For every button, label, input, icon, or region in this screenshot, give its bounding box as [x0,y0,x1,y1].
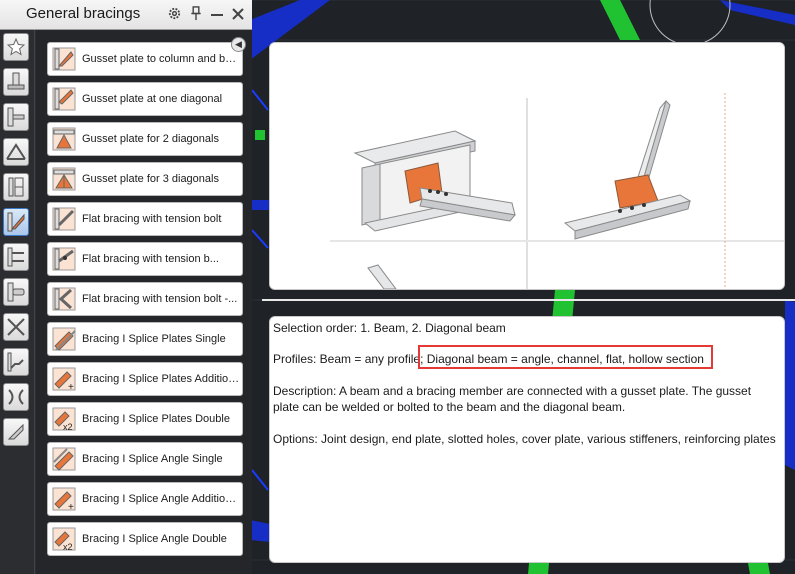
tool-item-label: Bracing I Splice Plates Single [82,333,226,345]
tool-item[interactable]: Gusset plate at one diagonal [47,82,243,116]
palette-title: General bracings [26,5,141,22]
tool-item[interactable]: + Bracing I Splice Plates Addition... [47,362,243,396]
tool-item[interactable]: + Bracing I Splice Angle Addition... [47,482,243,516]
tool-item-label: Bracing I Splice Angle Single [82,453,223,465]
tool-item[interactable]: Flat bracing with tension b... [47,242,243,276]
clamp-icon[interactable] [3,383,29,411]
tool-item-label: Gusset plate for 3 diagonals [82,173,219,185]
splice-angle-icon: + [52,487,76,512]
stair-icon[interactable] [3,348,29,376]
splice-angle-icon: x2 [52,527,76,552]
tool-item-label: Gusset plate to column and ba... [82,53,240,65]
tool-item-label: Flat bracing with tension bolt [82,213,222,225]
tool-item[interactable]: x2 Bracing I Splice Plates Double [47,402,243,436]
beam-splice-icon[interactable] [3,243,29,271]
minimize-icon[interactable] [208,5,225,22]
tool-item-label: Bracing I Splice Angle Double [82,533,227,545]
tool-item[interactable]: Flat bracing with tension bolt -... [47,282,243,316]
favorites-icon[interactable] [3,33,29,61]
gusset-plate-icon [52,47,76,71]
tool-item-label: Bracing I Splice Angle Addition... [82,493,240,505]
collapse-arrow-icon[interactable]: ◀ [231,37,246,52]
viewport-divider [262,299,795,301]
gusset-plate-icon [52,167,76,191]
tube-connection-icon[interactable] [3,278,29,306]
splice-plate-icon [52,327,76,351]
tool-item[interactable]: Gusset plate for 3 diagonals [47,162,243,196]
splice-plate-icon: x2 [52,407,76,432]
tool-item[interactable]: x2 Bracing I Splice Angle Double [47,522,243,556]
tool-item[interactable]: Bracing I Splice Angle Single [47,442,243,476]
title-icons [166,5,246,22]
tool-item-label: Bracing I Splice Plates Addition... [82,373,240,385]
svg-text:+: + [68,382,74,392]
profiles-prefix: Profiles: Beam = any profile; [273,352,424,366]
flat-bracing-icon [52,207,76,231]
tool-item-label: Gusset plate at one diagonal [82,93,223,105]
tool-item[interactable]: Gusset plate for 2 diagonals [47,122,243,156]
beam-to-column-icon[interactable] [3,103,29,131]
options-text: Options: Joint design, end plate, slotte… [273,432,776,446]
gear-icon[interactable] [166,5,183,22]
tool-item[interactable]: Bracing I Splice Plates Single [47,322,243,356]
preview-image-panel [269,42,785,290]
tool-palette: General bracings ◀ Gusset plate to colum… [0,0,252,574]
description-text: Description: A beam and a bracing member… [273,384,752,414]
tool-item-label: Bracing I Splice Plates Double [82,413,230,425]
tool-item-label: Flat bracing with tension bolt -... [82,293,238,305]
column-splice-icon[interactable] [3,173,29,201]
flat-bracing-icon [52,247,76,271]
selection-order-text: Selection order: 1. Beam, 2. Diagonal be… [273,321,506,335]
splice-plate-icon: + [52,367,76,392]
anchor-icon[interactable] [3,418,29,446]
gusset-plate-icon [52,127,76,151]
category-bar [0,30,35,574]
flat-bracing-icon [52,287,76,311]
svg-text:x2: x2 [63,422,73,432]
pin-icon[interactable] [187,5,204,22]
general-bracings-icon[interactable] [3,208,29,236]
palette-title-bar[interactable]: General bracings [0,0,252,30]
svg-text:+: + [68,502,74,512]
splice-angle-icon [52,447,76,471]
tool-item-label: Gusset plate for 2 diagonals [82,133,219,145]
close-icon[interactable] [229,5,246,22]
svg-text:x2: x2 [63,542,73,552]
tool-item[interactable]: Gusset plate to column and ba... [47,42,243,76]
tool-item[interactable]: Flat bracing with tension bolt [47,202,243,236]
connection-preview-image [270,43,784,289]
roof-truss-icon[interactable] [3,138,29,166]
base-plate-icon[interactable] [3,68,29,96]
tool-item-label: Flat bracing with tension b... [82,253,219,265]
cross-bracing-icon[interactable] [3,313,29,341]
gusset-plate-icon [52,87,76,111]
highlight-annotation [418,345,713,369]
